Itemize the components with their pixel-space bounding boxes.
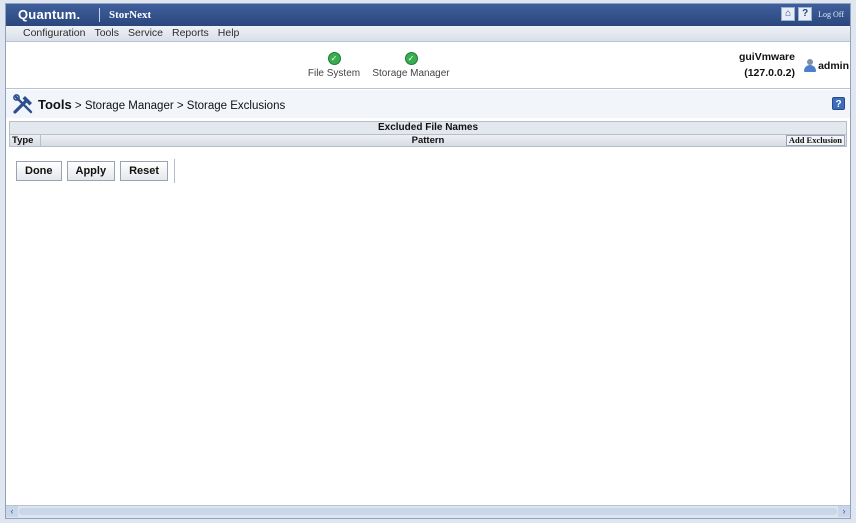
menu-help[interactable]: Help xyxy=(218,27,240,39)
user-name: admin xyxy=(818,59,849,72)
status-file-system[interactable]: ✓ File System xyxy=(303,52,365,79)
apply-button[interactable]: Apply xyxy=(66,161,116,181)
scroll-left-icon[interactable]: ‹ xyxy=(6,506,18,517)
done-button[interactable]: Done xyxy=(16,161,62,181)
button-divider xyxy=(174,159,176,183)
status-label: File System xyxy=(307,68,361,79)
menu-configuration[interactable]: Configuration xyxy=(23,27,85,39)
server-info: guiVmware (127.0.0.2) xyxy=(739,49,795,81)
action-buttons: Done Apply Reset xyxy=(16,159,176,183)
brand-logo: Quantum. xyxy=(18,7,81,22)
horizontal-scrollbar[interactable]: ‹ › xyxy=(6,505,850,518)
column-pattern: Pattern xyxy=(411,135,445,146)
breadcrumb: Tools > Storage Manager > Storage Exclus… xyxy=(38,97,285,112)
exclusions-table: Excluded File Names Pattern Type Add Exc… xyxy=(9,121,847,147)
header-bar: Quantum. StorNext ⌂ ? Log Off xyxy=(6,4,850,26)
menu-reports[interactable]: Reports xyxy=(172,27,209,39)
logoff-link[interactable]: Log Off xyxy=(818,10,844,19)
product-name: StorNext xyxy=(109,9,152,21)
check-icon: ✓ xyxy=(327,52,341,65)
status-bar: ✓ File System ✓ Storage Manager guiVmwar… xyxy=(6,42,850,89)
status-label: Storage Manager xyxy=(372,68,450,79)
table-caption: Excluded File Names xyxy=(9,121,847,135)
reset-button[interactable]: Reset xyxy=(120,161,169,181)
column-divider xyxy=(40,135,41,146)
scroll-right-icon[interactable]: › xyxy=(838,506,850,517)
header-actions: ⌂ ? Log Off xyxy=(781,7,844,21)
scroll-thumb[interactable] xyxy=(19,508,837,515)
menu-bar: Configuration Tools Service Reports Help xyxy=(6,26,850,42)
user-icon xyxy=(804,59,817,72)
page-help-icon[interactable]: ? xyxy=(832,97,845,110)
menu-service[interactable]: Service xyxy=(128,27,163,39)
app-window: Quantum. StorNext ⌂ ? Log Off Configurat… xyxy=(5,3,851,519)
breadcrumb-section: Tools xyxy=(38,97,72,112)
add-exclusion-button[interactable]: Add Exclusion xyxy=(785,135,845,146)
table-header: Pattern Type Add Exclusion xyxy=(9,135,847,147)
status-storage-manager[interactable]: ✓ Storage Manager xyxy=(368,52,454,79)
menu-tools[interactable]: Tools xyxy=(94,27,119,39)
header-divider xyxy=(99,8,100,22)
server-hostname: guiVmware xyxy=(738,51,795,63)
server-address: (127.0.0.2) xyxy=(744,67,795,79)
page-title-bar: Tools > Storage Manager > Storage Exclus… xyxy=(6,90,850,118)
home-icon[interactable]: ⌂ xyxy=(781,7,796,21)
check-icon: ✓ xyxy=(404,52,418,65)
tools-icon xyxy=(13,94,33,114)
breadcrumb-path: > Storage Manager > Storage Exclusions xyxy=(74,100,286,112)
user-info: admin xyxy=(804,59,849,72)
column-type: Type xyxy=(12,135,34,146)
help-icon[interactable]: ? xyxy=(798,7,813,21)
